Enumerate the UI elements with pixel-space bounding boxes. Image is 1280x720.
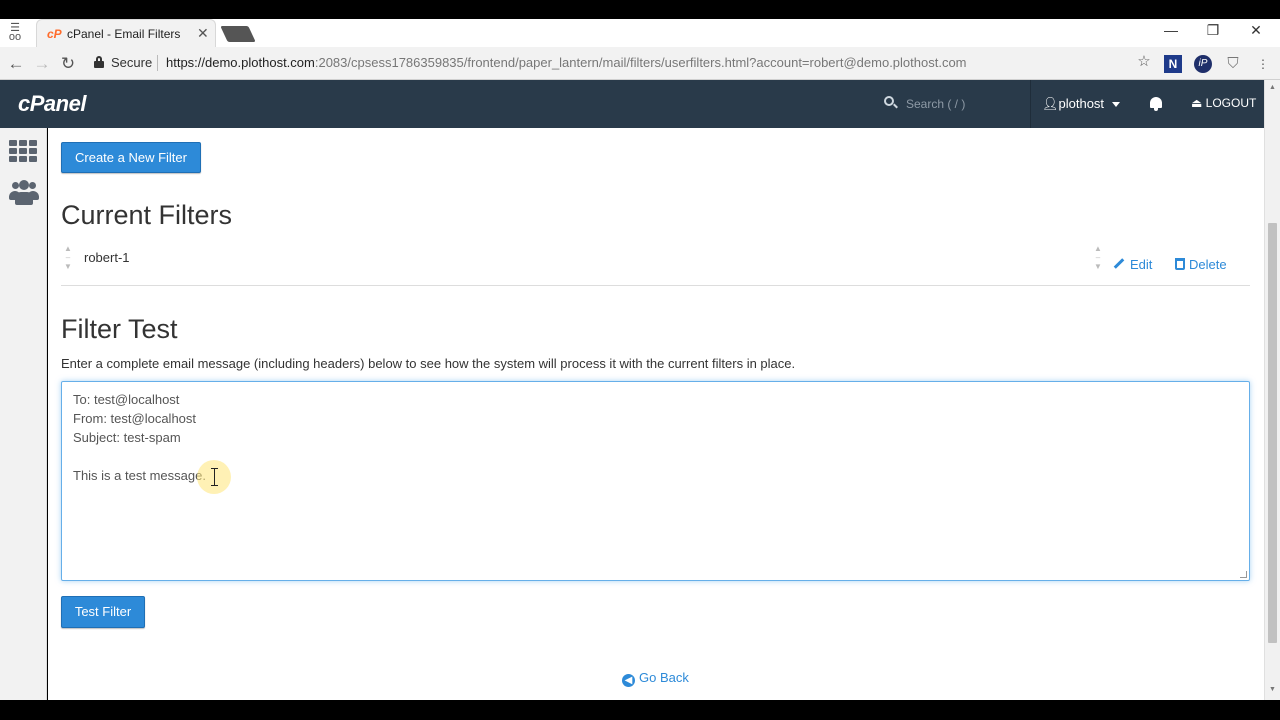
username: plothost xyxy=(1058,96,1105,111)
header-divider xyxy=(1030,80,1031,128)
cpanel-favicon-icon: cP xyxy=(47,27,62,41)
message-line: To: test@localhost xyxy=(73,392,180,407)
message-line xyxy=(73,447,1238,466)
delete-label: Delete xyxy=(1189,257,1227,272)
left-sidebar xyxy=(0,128,47,700)
filter-test-description: Enter a complete email message (includin… xyxy=(61,356,796,371)
edit-label: Edit xyxy=(1130,257,1153,272)
cpanel-logo[interactable]: cPanel xyxy=(18,91,86,117)
tab-title: cPanel - Email Filters xyxy=(67,27,181,41)
chevron-down-icon xyxy=(1112,102,1121,108)
message-line: Subject: test-spam xyxy=(73,430,181,445)
scroll-up-icon[interactable]: ▲ xyxy=(1269,84,1276,91)
minimize-button[interactable]: — xyxy=(1156,22,1186,42)
extension-ip-icon[interactable]: iP xyxy=(1194,55,1212,73)
go-back-link[interactable]: ◀︎ Go Back xyxy=(622,670,689,687)
extension-n-icon[interactable]: N xyxy=(1164,55,1182,73)
omnibox-separator xyxy=(157,55,158,71)
url-text[interactable]: https://demo.plothost.com:2083/cpsess178… xyxy=(166,55,967,70)
filter-name: robert-1 xyxy=(84,250,130,265)
secure-label: Secure xyxy=(111,55,153,70)
extension-shield-icon[interactable]: ⛉ xyxy=(1224,55,1242,73)
filter-test-title: Filter Test xyxy=(61,314,178,344)
create-filter-button[interactable]: Create a New Filter xyxy=(61,142,201,173)
drag-handle-right-icon[interactable]: ▲ – ▼ xyxy=(1094,244,1102,272)
user-icon: 👤︎ xyxy=(1042,96,1059,111)
browser-menu-icon[interactable]: ⋮ xyxy=(1254,55,1272,73)
delete-filter-link[interactable]: Delete xyxy=(1175,257,1227,272)
search-input[interactable] xyxy=(906,95,1016,113)
window-menu-icon[interactable]: ☰ oo xyxy=(6,23,24,43)
users-icon[interactable] xyxy=(9,180,39,206)
grid-icon[interactable] xyxy=(9,140,37,162)
arrow-left-circle-icon: ◀︎ xyxy=(622,674,635,687)
restore-button[interactable]: ❐ xyxy=(1198,22,1228,42)
drag-handle-icon[interactable]: ▲ – ▼ xyxy=(64,244,72,272)
back-arrow-icon[interactable]: ← xyxy=(6,54,26,74)
pencil-icon xyxy=(1113,258,1125,269)
message-line: From: test@localhost xyxy=(73,411,197,426)
resize-handle-icon[interactable] xyxy=(1240,571,1247,578)
logout-icon: ⏏︎ xyxy=(1191,96,1206,110)
search-icon xyxy=(884,96,898,110)
url-path: :2083/cpsess1786359835/frontend/paper_la… xyxy=(314,55,967,70)
url-host: https://demo.plothost.com xyxy=(166,55,315,70)
logout-button[interactable]: ⏏︎ LOGOUT xyxy=(1191,96,1256,110)
new-tab-button[interactable] xyxy=(220,26,256,42)
edit-filter-link[interactable]: Edit xyxy=(1113,257,1152,272)
scroll-down-icon[interactable]: ▼ xyxy=(1269,686,1276,693)
tab-close-icon[interactable]: ✕ xyxy=(197,25,209,42)
cpanel-header: cPanel 👤︎plothost ⏏︎ LOGOUT xyxy=(0,80,1268,128)
screen-bottom-bar xyxy=(0,700,1280,720)
logout-label: LOGOUT xyxy=(1205,96,1257,110)
forward-arrow-icon[interactable]: → xyxy=(32,54,52,74)
scroll-thumb[interactable] xyxy=(1268,223,1277,643)
address-bar: ← → ↻ Secure https://demo.plothost.com:2… xyxy=(0,47,1280,80)
reload-icon[interactable]: ↻ xyxy=(58,54,78,74)
user-menu[interactable]: 👤︎plothost xyxy=(1042,96,1121,112)
trash-icon xyxy=(1175,257,1185,270)
browser-window: ☰ oo cP cPanel - Email Filters ✕ — ❐ ✕ ← … xyxy=(0,0,1280,720)
text-cursor-icon xyxy=(211,468,218,486)
screen-top-bar xyxy=(0,0,1280,19)
page-scrollbar[interactable]: ▲ ▼ xyxy=(1264,80,1280,700)
browser-titlebar: ☰ oo cP cPanel - Email Filters ✕ — ❐ ✕ xyxy=(0,0,1280,47)
bookmark-star-icon[interactable]: ☆ xyxy=(1135,53,1153,71)
email-message-textarea[interactable]: To: test@localhost From: test@localhost … xyxy=(61,381,1250,581)
lock-icon xyxy=(94,56,104,68)
filter-row: ▲ – ▼ robert-1 ▲ – ▼ Edit Delete xyxy=(61,241,1250,286)
message-line: This is a test message. xyxy=(73,468,206,483)
test-filter-button[interactable]: Test Filter xyxy=(61,596,145,628)
url-omnibox[interactable]: Secure https://demo.plothost.com:2083/cp… xyxy=(90,52,1160,76)
go-back-label: Go Back xyxy=(639,670,689,685)
bell-icon[interactable] xyxy=(1148,96,1164,112)
browser-tab[interactable]: cP cPanel - Email Filters ✕ xyxy=(36,19,216,47)
main-content: Create a New Filter Current Filters ▲ – ▼ … xyxy=(48,128,1264,700)
current-filters-title: Current Filters xyxy=(61,200,233,230)
close-window-button[interactable]: ✕ xyxy=(1241,22,1271,42)
